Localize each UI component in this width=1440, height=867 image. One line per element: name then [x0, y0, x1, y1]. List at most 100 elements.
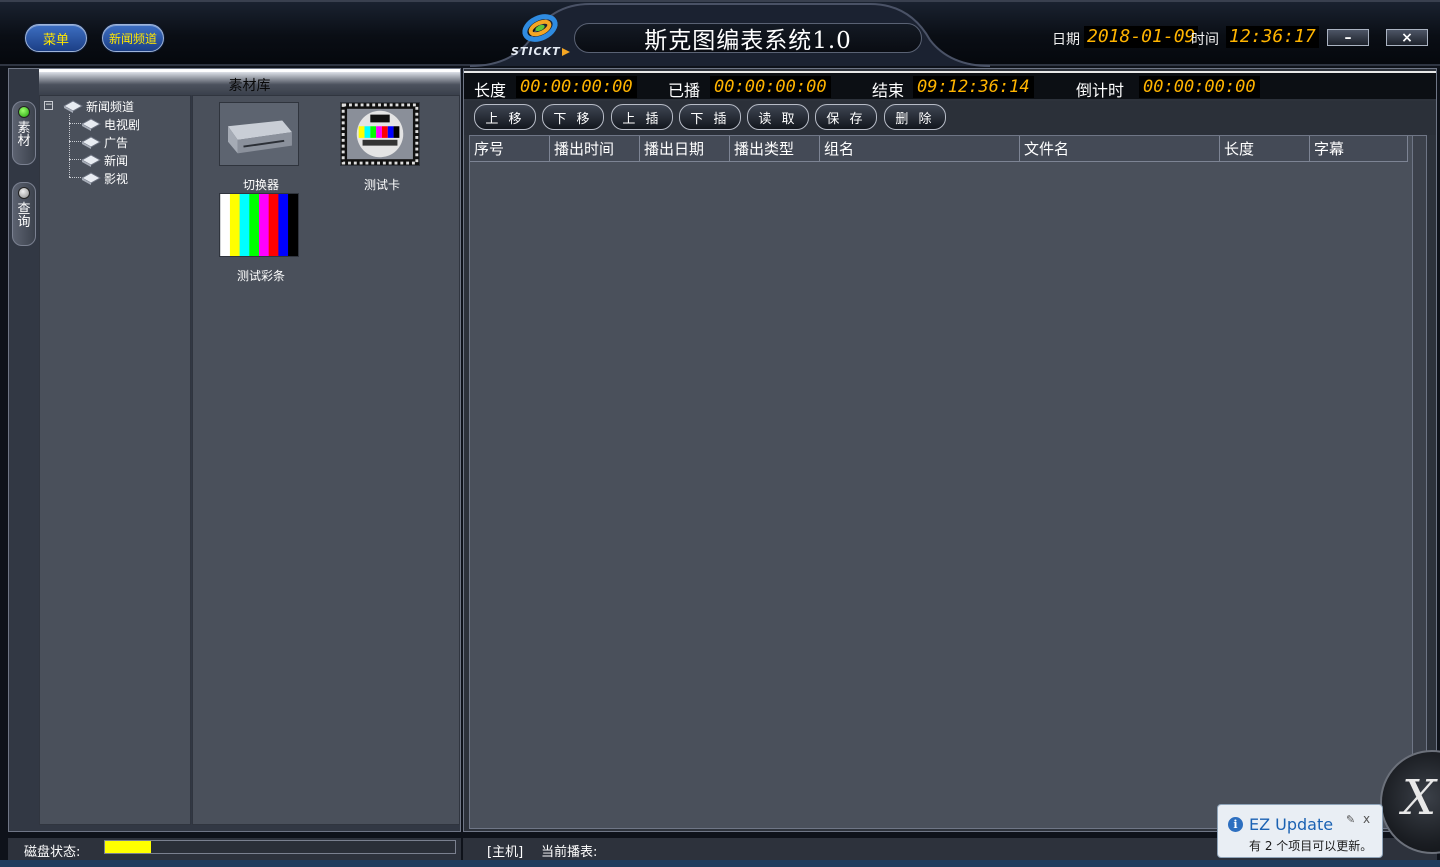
- notification-title: EZ Update: [1249, 815, 1334, 834]
- insert-above-button[interactable]: 上 插: [611, 104, 673, 130]
- end-label: 结束: [872, 81, 905, 100]
- tree-node-label: 新闻: [104, 153, 129, 168]
- category-folder-icon: [80, 118, 102, 131]
- category-folder-icon: [80, 136, 102, 149]
- tab-material[interactable]: 素材: [12, 101, 36, 165]
- tab-material-label: 素材: [17, 121, 31, 149]
- color-bar: [278, 194, 289, 256]
- tab-query-label: 查询: [17, 202, 31, 230]
- column-header-air-date[interactable]: 播出日期: [640, 136, 730, 162]
- color-bar: [229, 194, 241, 256]
- tree-node-ads[interactable]: 广告: [80, 133, 128, 151]
- tree-node-news[interactable]: 新闻: [80, 151, 128, 169]
- load-button[interactable]: 读 取: [747, 104, 809, 130]
- category-tree: − 新闻频道 电视剧 广告 新闻 影视: [39, 95, 191, 825]
- color-bar: [268, 194, 279, 256]
- played-value: 00:00:00:00: [710, 76, 831, 98]
- current-playlist-label: 当前播表:: [541, 845, 598, 860]
- column-header-index[interactable]: 序号: [470, 136, 550, 162]
- date-label: 日期: [1052, 32, 1080, 48]
- thumbnail-test-card[interactable]: 测试卡: [340, 102, 424, 193]
- channel-folder-icon: [62, 100, 84, 113]
- material-thumbnails: 切换器 测试卡 测试彩条: [192, 95, 460, 825]
- save-button[interactable]: 保 存: [815, 104, 877, 130]
- end-value: 09:12:36:14: [913, 76, 1034, 98]
- tree-node-tv-series[interactable]: 电视剧: [80, 115, 140, 133]
- time-value: 12:36:17: [1226, 26, 1319, 48]
- library-header: 素材库: [39, 69, 460, 95]
- pin-icon[interactable]: ✎: [1346, 813, 1355, 826]
- thumbnail-label: 测试彩条: [236, 269, 285, 283]
- disk-usage-meter: [104, 840, 456, 854]
- table-header: 序号 播出时间 播出日期 播出类型 组名 文件名 长度 字幕: [470, 136, 1426, 162]
- minimize-button[interactable]: –: [1327, 29, 1369, 46]
- playlist-toolbar: 上 移 下 移 上 插 下 插 读 取 保 存 删 除: [464, 101, 1436, 135]
- disk-usage-fill: [105, 841, 151, 853]
- close-button[interactable]: ×: [1386, 29, 1428, 46]
- disk-status-bar: 磁盘状态:: [8, 838, 461, 860]
- thumbnail-color-bars[interactable]: 测试彩条: [219, 193, 303, 284]
- host-label: [主机]: [487, 845, 524, 860]
- switcher-device-icon: [219, 102, 299, 166]
- tree-node-film[interactable]: 影视: [80, 169, 128, 187]
- menu-button[interactable]: 菜单: [25, 24, 87, 52]
- library-title: 素材库: [228, 78, 271, 94]
- color-bar: [288, 194, 299, 256]
- column-header-filename[interactable]: 文件名: [1020, 136, 1220, 162]
- material-library-panel: 素材库 素材 查询 − 新闻频道 电视剧 广告 新闻 影视 切换器 测试卡 测试…: [8, 68, 461, 832]
- tree-node-label: 影视: [104, 171, 129, 186]
- color-bars-icon: [219, 193, 299, 257]
- logo-text: STICKT: [511, 45, 561, 58]
- info-icon: i: [1228, 817, 1243, 832]
- played-label: 已播: [668, 81, 701, 100]
- disk-status-label: 磁盘状态:: [24, 845, 81, 860]
- active-indicator-icon: [18, 106, 30, 118]
- system-taskbar: [0, 860, 1440, 867]
- tree-node-root[interactable]: 新闻频道: [62, 97, 134, 115]
- move-up-button[interactable]: 上 移: [474, 104, 536, 130]
- title-box: 斯克图编表系统1.0: [574, 23, 922, 54]
- thumbnail-label: 测试卡: [363, 178, 400, 192]
- tab-query[interactable]: 查询: [12, 182, 36, 246]
- app-window: 菜单 新闻频道 STICKT 斯克图编表系统1.0 日期 2018-01-09 …: [0, 0, 1440, 867]
- column-header-air-time[interactable]: 播出时间: [550, 136, 640, 162]
- color-bar: [259, 194, 270, 256]
- delete-button[interactable]: 删 除: [884, 104, 946, 130]
- inactive-indicator-icon: [18, 187, 30, 199]
- test-card-icon: [340, 102, 420, 166]
- color-bar: [249, 194, 260, 256]
- playlist-table[interactable]: 序号 播出时间 播出日期 播出类型 组名 文件名 长度 字幕: [469, 135, 1427, 829]
- insert-below-button[interactable]: 下 插: [679, 104, 741, 130]
- category-folder-icon: [80, 154, 102, 167]
- notification-message: 有 2 个项目可以更新。: [1249, 839, 1373, 853]
- notification-close-button[interactable]: x: [1363, 812, 1370, 826]
- length-value: 00:00:00:00: [516, 76, 637, 98]
- x-logo-icon: X: [1402, 770, 1437, 826]
- column-header-air-type[interactable]: 播出类型: [730, 136, 820, 162]
- update-notification[interactable]: i EZ Update ✎ x 有 2 个项目可以更新。: [1217, 804, 1383, 858]
- app-title: 斯克图编表系统1.0: [644, 28, 852, 54]
- thumbnail-label: 切换器: [242, 178, 279, 192]
- news-channel-button[interactable]: 新闻频道: [102, 24, 164, 52]
- vertical-scrollbar[interactable]: [1412, 136, 1426, 828]
- countdown-label: 倒计时: [1076, 81, 1125, 100]
- color-bar: [220, 194, 231, 256]
- title-bar: 菜单 新闻频道 STICKT 斯克图编表系统1.0 日期 2018-01-09 …: [0, 0, 1440, 67]
- tree-node-label: 新闻频道: [86, 99, 135, 114]
- column-header-subtitle[interactable]: 字幕: [1310, 136, 1408, 162]
- length-label: 长度: [474, 81, 507, 100]
- column-header-length[interactable]: 长度: [1220, 136, 1310, 162]
- timing-info-bar: 长度 00:00:00:00 已播 00:00:00:00 结束 09:12:3…: [464, 71, 1436, 100]
- column-header-group[interactable]: 组名: [820, 136, 1020, 162]
- date-value: 2018-01-09: [1084, 26, 1199, 48]
- tree-node-label: 电视剧: [104, 117, 141, 132]
- tree-node-label: 广告: [104, 135, 129, 150]
- move-down-button[interactable]: 下 移: [542, 104, 604, 130]
- playlist-panel: 长度 00:00:00:00 已播 00:00:00:00 结束 09:12:3…: [463, 68, 1437, 832]
- countdown-value: 00:00:00:00: [1139, 76, 1260, 98]
- thumbnail-switcher[interactable]: 切换器: [219, 102, 303, 193]
- time-label: 时间: [1191, 32, 1219, 48]
- color-bar: [239, 194, 250, 256]
- collapse-icon[interactable]: −: [44, 101, 53, 110]
- category-folder-icon: [80, 172, 102, 185]
